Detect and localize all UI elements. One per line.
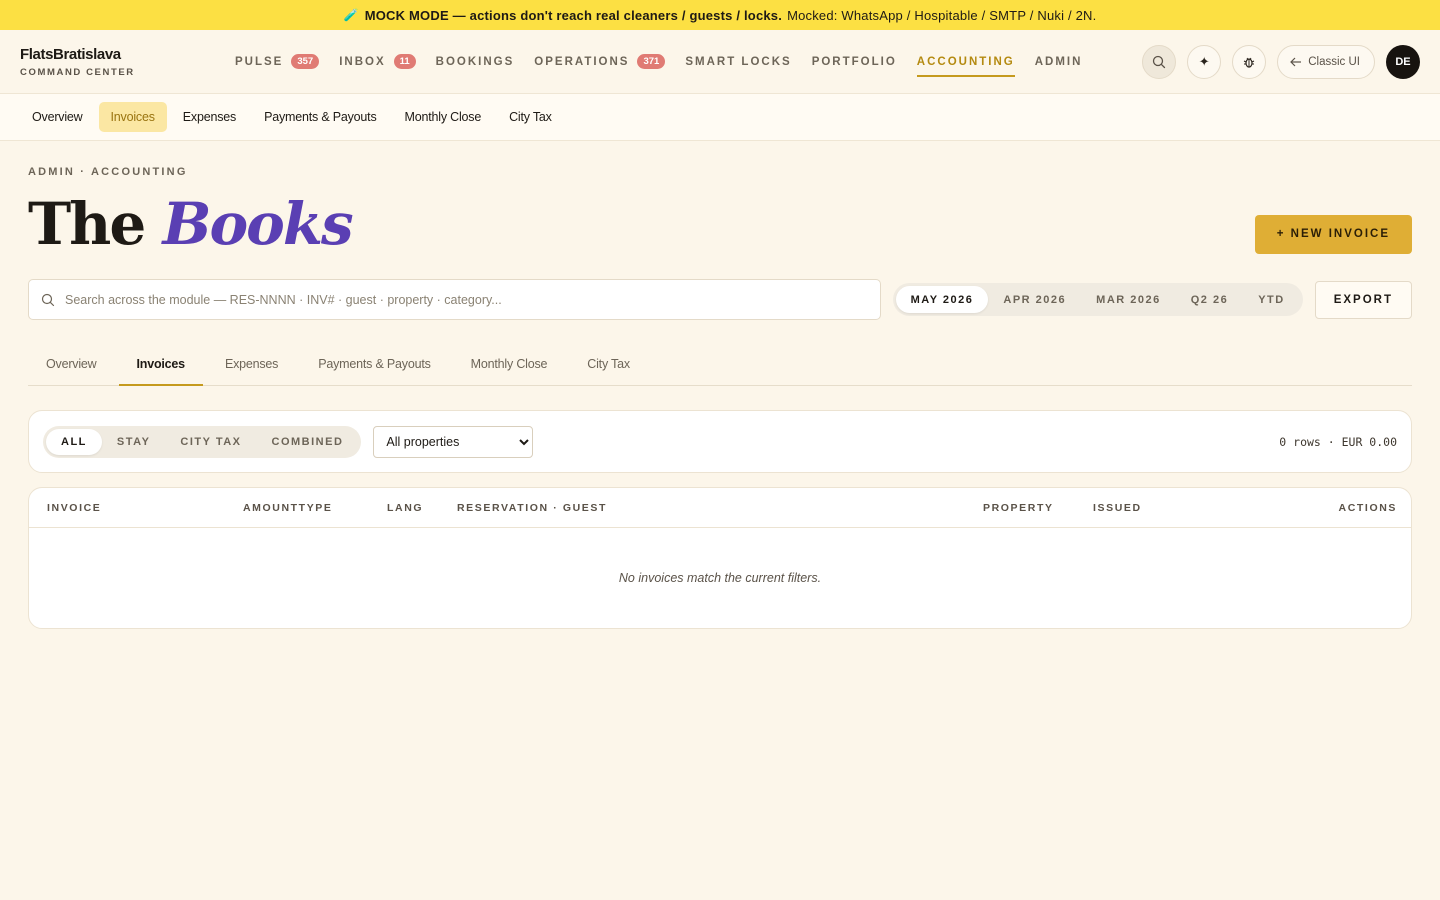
column-header-issued[interactable]: ISSUED (1093, 502, 1142, 514)
main-nav: PULSE 357 INBOX 11 BOOKINGS OPERATIONS 3… (235, 30, 1102, 93)
period-mar-2026[interactable]: MAR 2026 (1081, 286, 1176, 313)
sparkle-icon: ✦ (1198, 53, 1210, 69)
nav-item-smart-locks[interactable]: SMART LOCKS (685, 30, 791, 93)
global-search-button[interactable] (1142, 44, 1177, 79)
nav-item-label: INBOX (339, 55, 386, 68)
column-header-reservation-guest[interactable]: RESERVATION · GUEST (457, 502, 607, 514)
debug-button[interactable] (1232, 44, 1267, 79)
nav-item-portfolio[interactable]: PORTFOLIO (812, 30, 897, 93)
type-combined[interactable]: COMBINED (257, 429, 359, 455)
period-ytd[interactable]: YTD (1243, 286, 1300, 313)
nav-item-label: PULSE (235, 55, 284, 68)
nav-item-label: ADMIN (1034, 55, 1083, 68)
accounting-tabs: Overview Invoices Expenses Payments & Pa… (28, 342, 1412, 386)
accounting-subnav: Overview Invoices Expenses Payments & Pa… (0, 94, 1440, 141)
period-may-2026[interactable]: MAY 2026 (895, 286, 989, 313)
nav-item-operations[interactable]: OPERATIONS 371 (534, 30, 666, 93)
search-icon (41, 293, 55, 306)
title-row: The Books + NEW INVOICE (28, 188, 1412, 260)
type-city-tax[interactable]: CITY TAX (165, 429, 256, 455)
mock-mode-banner: 🧪 MOCK MODE — actions don't reach real c… (0, 0, 1440, 30)
test-tube-icon: 🧪 (343, 8, 359, 22)
nav-item-inbox[interactable]: INBOX 11 (339, 30, 416, 93)
column-header-invoice[interactable]: INVOICE (47, 502, 101, 514)
page-title-italic: Books (162, 190, 353, 258)
classic-ui-label: Classic UI (1308, 55, 1360, 68)
page-title: The Books (28, 195, 354, 253)
column-header-actions: ACTIONS (1338, 501, 1397, 514)
subnav-item-invoices[interactable]: Invoices (98, 102, 167, 132)
classic-ui-button[interactable]: Classic UI (1277, 44, 1375, 79)
module-search-input[interactable] (65, 292, 868, 307)
subnav-item-expenses[interactable]: Expenses (171, 102, 248, 132)
mock-mode-strong-text: MOCK MODE — actions don't reach real cle… (364, 7, 783, 23)
nav-item-label: PORTFOLIO (811, 55, 897, 68)
subnav-item-city-tax[interactable]: City Tax (497, 102, 564, 132)
nav-item-label: BOOKINGS (435, 55, 515, 68)
brand-name: FlatsBratislava (20, 45, 121, 63)
table-header: INVOICE AMOUNTTYPE LANG RESERVATION · GU… (29, 488, 1411, 528)
top-navigation: FlatsBratislava COMMAND CENTER PULSE 357… (0, 30, 1440, 94)
nav-badge-pulse: 357 (291, 54, 320, 69)
nav-item-admin[interactable]: ADMIN (1035, 30, 1083, 93)
invoices-table: INVOICE AMOUNTTYPE LANG RESERVATION · GU… (28, 487, 1412, 629)
column-header-lang[interactable]: LANG (387, 502, 423, 514)
invoice-type-selector: ALL STAY CITY TAX COMBINED (43, 425, 362, 458)
property-select[interactable]: All properties (373, 425, 534, 458)
empty-state-message: No invoices match the current filters. (618, 571, 822, 585)
nav-item-label: ACCOUNTING (916, 55, 1015, 68)
subnav-item-overview[interactable]: Overview (20, 102, 95, 132)
nav-item-pulse[interactable]: PULSE 357 (235, 30, 320, 93)
nav-badge-inbox: 11 (393, 54, 416, 69)
period-apr-2026[interactable]: APR 2026 (988, 286, 1081, 313)
module-search-box (28, 279, 881, 320)
period-selector: MAY 2026 APR 2026 MAR 2026 Q2 26 YTD (892, 283, 1303, 316)
tab-expenses[interactable]: Expenses (207, 342, 296, 385)
nav-item-label: OPERATIONS (534, 55, 630, 68)
type-all[interactable]: ALL (46, 428, 102, 455)
nav-item-bookings[interactable]: BOOKINGS (436, 30, 515, 93)
new-invoice-button[interactable]: + NEW INVOICE (1254, 214, 1412, 254)
nav-actions: ✦ Classic UI DE (1142, 44, 1420, 79)
nav-item-accounting[interactable]: ACCOUNTING (916, 30, 1015, 93)
tab-invoices[interactable]: Invoices (118, 342, 204, 386)
main-content: ADMIN · ACCOUNTING The Books + NEW INVOI… (0, 166, 1440, 629)
breadcrumb: ADMIN · ACCOUNTING (28, 166, 188, 178)
bug-icon (1244, 57, 1255, 68)
user-avatar[interactable]: DE (1386, 44, 1420, 79)
brand-subtitle: COMMAND CENTER (20, 66, 135, 78)
brand[interactable]: FlatsBratislava COMMAND CENTER (20, 46, 220, 78)
tab-overview[interactable]: Overview (28, 342, 115, 385)
column-header-property[interactable]: PROPERTY (983, 502, 1054, 514)
subnav-item-monthly-close[interactable]: Monthly Close (393, 102, 494, 132)
tab-city-tax[interactable]: City Tax (569, 342, 648, 385)
period-q2-26[interactable]: Q2 26 (1176, 286, 1243, 313)
invoice-filter-bar: ALL STAY CITY TAX COMBINED All propertie… (28, 410, 1412, 473)
row-summary: 0 rows · EUR 0.00 (1279, 434, 1397, 449)
nav-item-label: SMART LOCKS (685, 55, 792, 68)
ai-assistant-button[interactable]: ✦ (1187, 44, 1222, 79)
subnav-item-payments-payouts[interactable]: Payments & Payouts (252, 102, 388, 132)
search-row: MAY 2026 APR 2026 MAR 2026 Q2 26 YTD EXP… (28, 279, 1412, 320)
type-stay[interactable]: STAY (102, 429, 166, 455)
export-button[interactable]: EXPORT (1314, 280, 1412, 319)
tab-payments-payouts[interactable]: Payments & Payouts (300, 342, 448, 385)
arrow-left-icon (1290, 57, 1302, 66)
column-header-amounttype[interactable]: AMOUNTTYPE (243, 502, 333, 514)
page-title-plain: The (28, 190, 146, 258)
mock-mode-detail-text: Mocked: WhatsApp / Hospitable / SMTP / N… (787, 7, 1097, 23)
nav-badge-operations: 371 (637, 54, 666, 69)
search-icon (1153, 55, 1166, 68)
tab-monthly-close[interactable]: Monthly Close (453, 342, 566, 385)
